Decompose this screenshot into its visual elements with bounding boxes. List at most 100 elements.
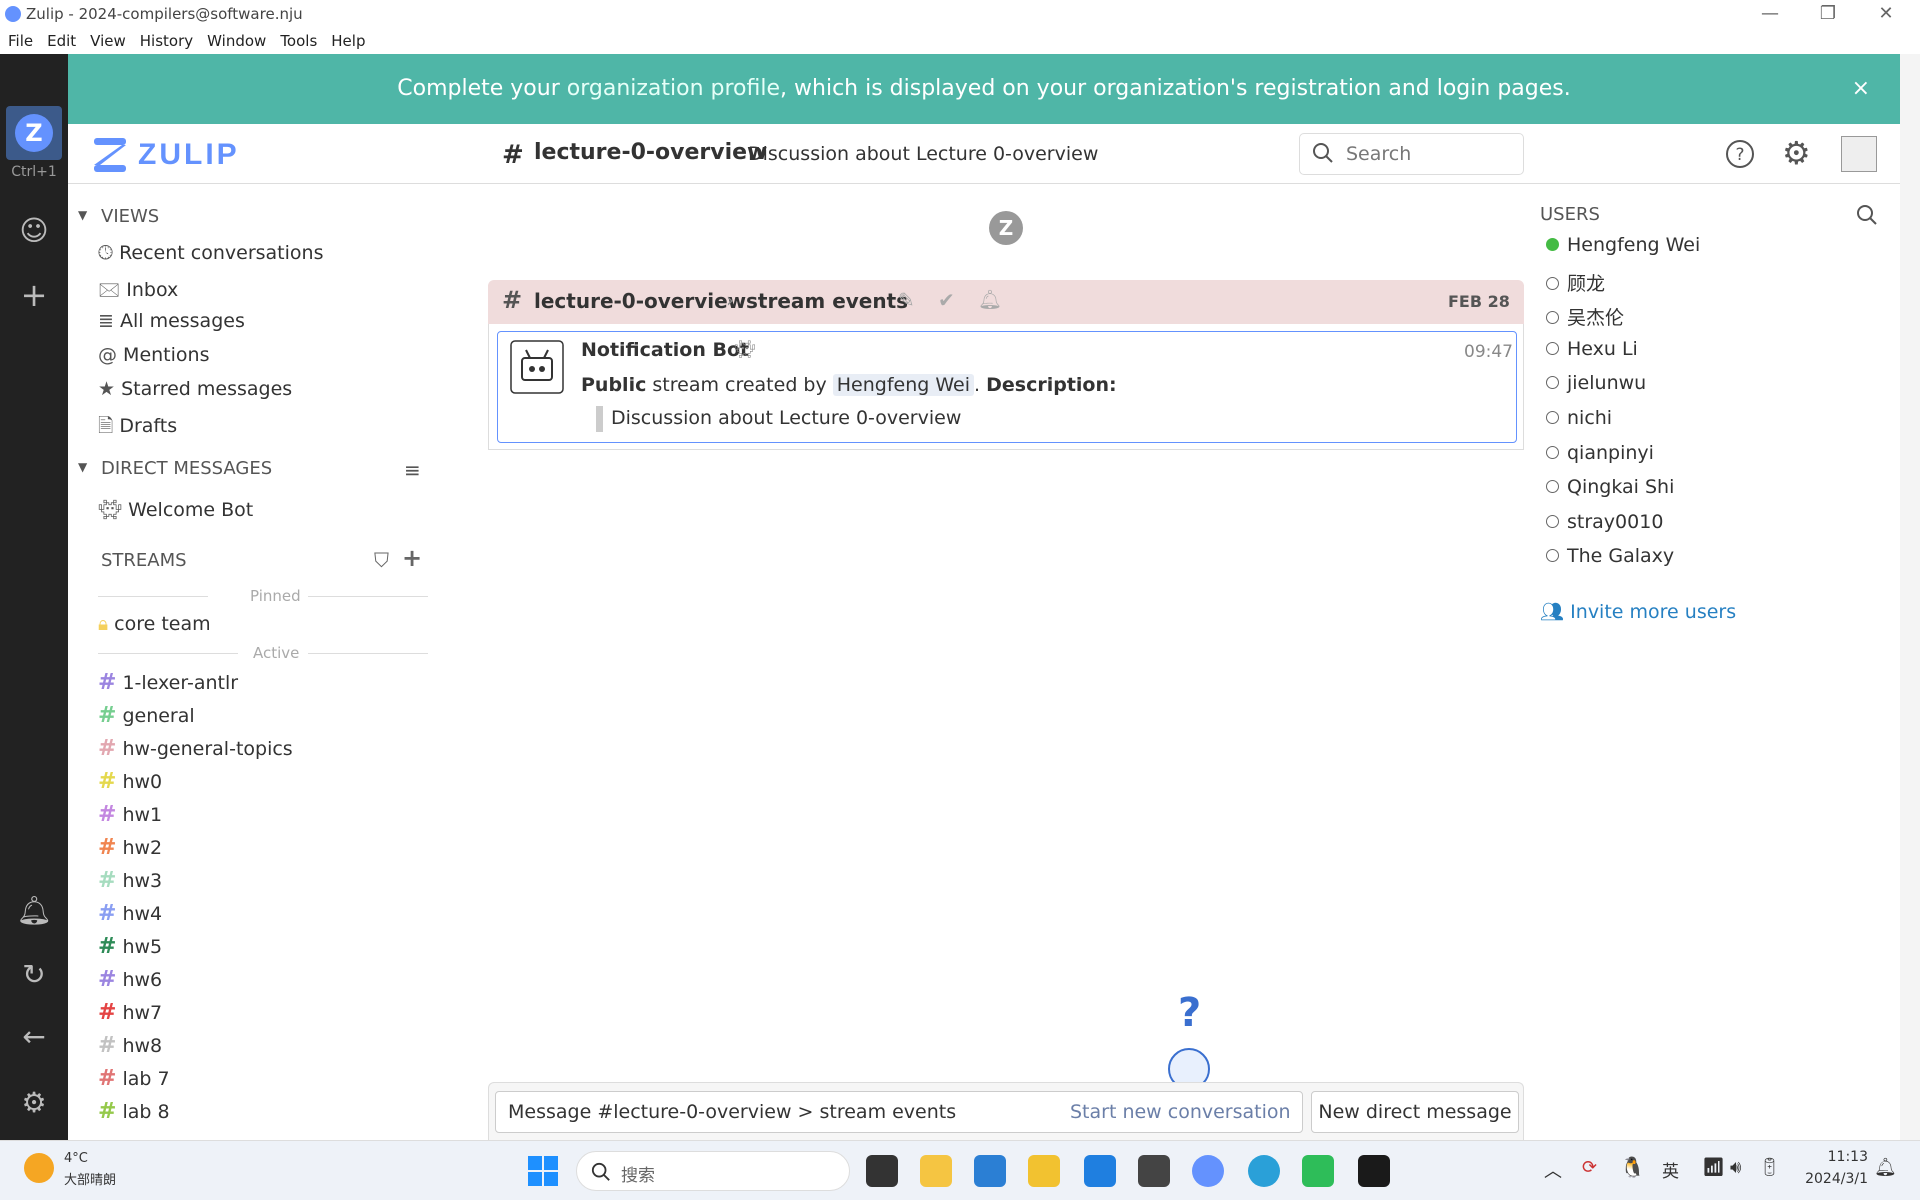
invite-users-link[interactable]: 👥︎ Invite more users xyxy=(1540,600,1736,623)
view-inbox[interactable]: 🖂 Inbox xyxy=(98,276,428,308)
stream-item[interactable]: # general xyxy=(98,703,195,728)
menu-window[interactable]: Window xyxy=(207,28,266,50)
user-item[interactable]: 顾龙 xyxy=(1546,269,1605,296)
sender-name[interactable]: Notification Bot xyxy=(581,339,749,361)
menu-tools[interactable]: Tools xyxy=(280,28,317,50)
feishu-icon[interactable] xyxy=(1084,1155,1116,1187)
stream-item[interactable]: # hw0 xyxy=(98,769,162,794)
menu-edit[interactable]: Edit xyxy=(47,28,76,50)
reload-icon[interactable]: ↻ xyxy=(0,958,68,991)
message-row[interactable]: Notification Bot 👾︎ 09:47 Public stream … xyxy=(497,331,1517,443)
help-icon[interactable]: ? xyxy=(1724,138,1756,170)
user-item[interactable]: Hengfeng Wei xyxy=(1546,234,1700,256)
user-search-icon[interactable] xyxy=(1856,204,1878,226)
views-header[interactable]: VIEWS xyxy=(101,206,159,227)
message-time[interactable]: 09:47 xyxy=(1464,342,1513,362)
user-item[interactable]: jielunwu xyxy=(1546,372,1646,394)
stream-item[interactable]: # lab 7 xyxy=(98,1066,170,1091)
user-item[interactable]: Hexu Li xyxy=(1546,338,1638,360)
clock-time[interactable]: 11:13 xyxy=(1820,1149,1868,1165)
view-mentions[interactable]: @ Mentions xyxy=(98,344,428,366)
user-avatar[interactable] xyxy=(1841,136,1877,172)
restore-button[interactable]: ❐ xyxy=(1808,3,1848,24)
settings-icon[interactable]: ⚙ xyxy=(1782,134,1811,172)
recipient-topic[interactable]: stream events xyxy=(746,289,908,313)
clion-icon[interactable] xyxy=(1358,1155,1390,1187)
dm-list-icon[interactable]: ≡ xyxy=(404,458,421,482)
stream-item[interactable]: # hw-general-topics xyxy=(98,736,293,761)
pdf-reader-icon[interactable] xyxy=(1028,1155,1060,1187)
banner-profile-link[interactable]: organization profile xyxy=(567,76,780,101)
stream-item[interactable]: # lab 8 xyxy=(98,1099,170,1124)
notification-bell-icon[interactable]: 🔔︎ xyxy=(1874,1157,1897,1178)
wifi-icon[interactable]: 📶︎ xyxy=(1702,1157,1725,1178)
settings-gear-icon[interactable]: ⚙ xyxy=(0,1086,68,1119)
views-collapse-icon[interactable]: ▼ xyxy=(78,208,87,222)
weather-icon[interactable] xyxy=(24,1153,54,1183)
stream-item[interactable]: #1-lexer-antlr xyxy=(98,670,238,695)
edge-icon[interactable] xyxy=(1248,1155,1280,1187)
battery-icon[interactable]: 🔋︎ xyxy=(1758,1157,1781,1178)
search-box[interactable]: Search xyxy=(1299,133,1524,175)
stream-item[interactable]: # hw5 xyxy=(98,934,162,959)
vscode-icon[interactable] xyxy=(974,1155,1006,1187)
close-window-button[interactable]: ✕ xyxy=(1866,3,1906,24)
user-item[interactable]: qianpinyi xyxy=(1546,442,1654,464)
dm-collapse-icon[interactable]: ▼ xyxy=(78,460,87,474)
edit-topic-icon[interactable]: ✎ xyxy=(898,288,915,312)
weather-temp[interactable]: 4°C xyxy=(64,1151,88,1166)
user-mention[interactable]: Hengfeng Wei xyxy=(832,374,975,396)
remote-desktop-icon[interactable] xyxy=(1302,1155,1334,1187)
compose-message-input[interactable]: Message #lecture-0-overview > stream eve… xyxy=(495,1091,1303,1133)
header-stream-name[interactable]: lecture-0-overview xyxy=(534,140,767,165)
menu-view[interactable]: View xyxy=(90,28,126,50)
tray-chevron-icon[interactable]: ︿ xyxy=(1544,1157,1562,1183)
stream-item[interactable]: # hw2 xyxy=(98,835,162,860)
user-item[interactable]: 吴杰伦 xyxy=(1546,303,1624,330)
zulip-logo-icon[interactable] xyxy=(92,136,128,174)
stream-item[interactable]: # hw7 xyxy=(98,1000,162,1025)
taskbar-search[interactable]: 搜索 xyxy=(576,1151,850,1191)
stream-item[interactable]: # hw6 xyxy=(98,967,162,992)
view-drafts[interactable]: 🗎 Drafts xyxy=(98,412,428,444)
tray-app-icon[interactable]: ⟳ xyxy=(1582,1157,1597,1178)
menu-help[interactable]: Help xyxy=(331,28,365,50)
search-input[interactable]: Search xyxy=(1346,143,1411,165)
minimize-button[interactable]: — xyxy=(1750,3,1790,24)
add-server-icon[interactable]: + xyxy=(0,276,68,314)
banner-close-button[interactable]: × xyxy=(1852,54,1870,124)
weather-desc[interactable]: 大部晴朗 xyxy=(64,1169,116,1188)
dm-welcome-bot[interactable]: 👾︎ Welcome Bot xyxy=(98,498,253,521)
user-item[interactable]: nichi xyxy=(1546,407,1612,429)
add-stream-icon[interactable]: + xyxy=(402,544,422,572)
qq-icon[interactable]: 🐧 xyxy=(1620,1155,1645,1179)
user-item[interactable]: stray0010 xyxy=(1546,511,1663,533)
user-item[interactable]: The Galaxy xyxy=(1546,545,1674,567)
back-arrow-icon[interactable]: ← xyxy=(0,1020,68,1053)
task-view-icon[interactable] xyxy=(866,1155,898,1187)
stream-item[interactable]: # hw4 xyxy=(98,901,162,926)
notifications-bell-icon[interactable]: 🔔︎ xyxy=(0,894,68,927)
windows-start-icon[interactable] xyxy=(528,1156,558,1186)
view-all-messages[interactable]: ≣ All messages xyxy=(98,310,428,332)
mute-topic-bell-icon[interactable]: 🔔︎ xyxy=(978,288,1002,311)
zulip-taskbar-icon[interactable] xyxy=(1192,1155,1224,1187)
direct-messages-header[interactable]: DIRECT MESSAGES xyxy=(101,458,272,479)
file-explorer-icon[interactable] xyxy=(920,1155,952,1187)
emoji-icon[interactable]: ☺ xyxy=(0,214,68,247)
filter-icon[interactable]: ⛉ xyxy=(374,548,389,572)
mark-resolved-icon[interactable]: ✔ xyxy=(938,288,955,312)
streams-header[interactable]: STREAMS xyxy=(101,550,187,571)
clock-date[interactable]: 2024/3/1 xyxy=(1800,1171,1868,1187)
start-new-conversation-button[interactable]: Start new conversation xyxy=(1070,1101,1291,1123)
stream-item[interactable]: # hw3 xyxy=(98,868,162,893)
stream-core-team[interactable]: 🔒︎ core team xyxy=(98,613,211,635)
ime-indicator[interactable]: 英 xyxy=(1662,1157,1679,1182)
menu-history[interactable]: History xyxy=(140,28,193,50)
stream-item[interactable]: # hw1 xyxy=(98,802,162,827)
page-scrollbar[interactable] xyxy=(1900,54,1920,1140)
recipient-stream[interactable]: lecture-0-overview xyxy=(534,289,746,313)
view-recent-conversations[interactable]: 🕓︎ Recent conversations xyxy=(98,242,428,264)
menu-file[interactable]: File xyxy=(8,28,33,50)
stream-item[interactable]: # hw8 xyxy=(98,1033,162,1058)
